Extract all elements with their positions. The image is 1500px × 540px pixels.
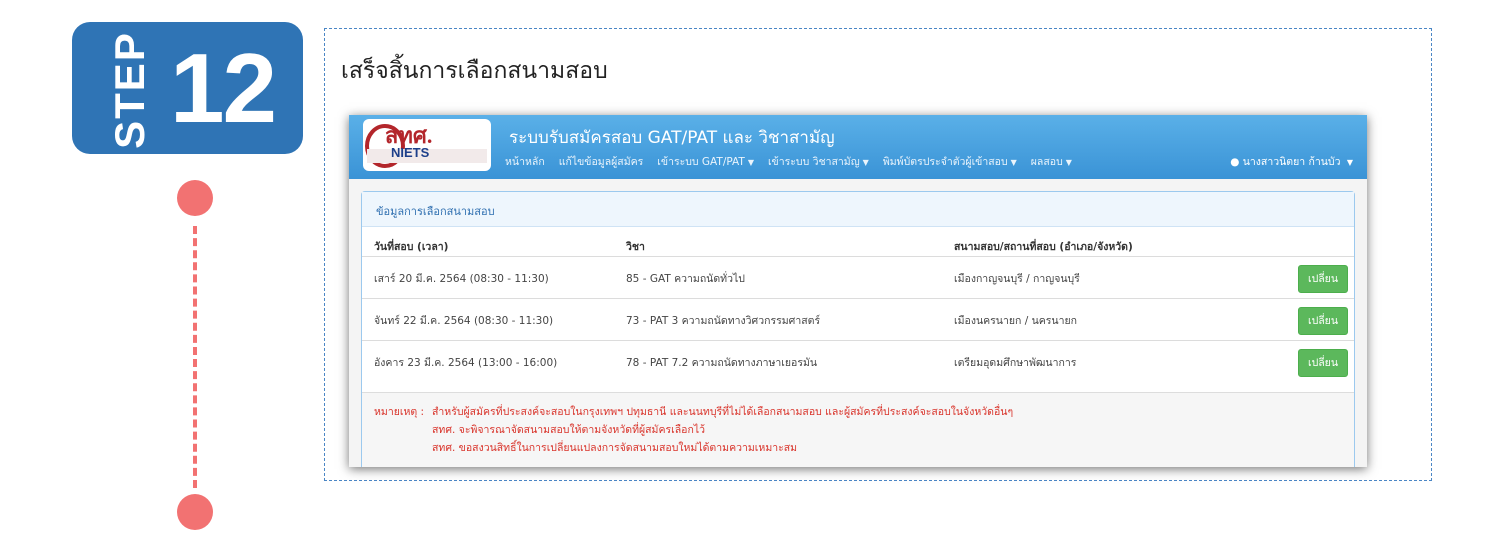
timeline-dot-top (177, 180, 213, 216)
system-title: ระบบรับสมัครสอบ GAT/PAT และ วิชาสามัญ (509, 128, 835, 148)
step-word: STEP (106, 31, 153, 149)
step-badge: STEP 12 (72, 22, 303, 154)
change-venue-button[interactable]: เปลี่ยน (1298, 307, 1348, 335)
col-header-date: วันที่สอบ (เวลา) (374, 241, 449, 253)
nav-home[interactable]: หน้าหลัก (505, 153, 545, 170)
caret-down-icon: ▼ (1346, 158, 1353, 167)
cell-venue: เมืองนครนายก / นครนายก (954, 315, 1078, 327)
app-navbar: สทศ. NIETS ระบบรับสมัครสอบ GAT/PAT และ ว… (349, 115, 1367, 179)
table-row: เสาร์ 20 มี.ค. 2564 (08:30 - 11:30) 85 -… (362, 256, 1354, 299)
caret-down-icon: ▼ (1065, 158, 1072, 167)
cell-venue: เตรียมอุดมศึกษาพัฒนาการ (954, 357, 1077, 369)
nav-edit-profile[interactable]: แก้ไขข้อมูลผู้สมัคร (559, 153, 644, 170)
nav-common-subjects[interactable]: เข้าระบบ วิชาสามัญ ▼ (768, 153, 869, 170)
user-menu[interactable]: ● นางสาวนิตยา ก้านบัว ▼ (1230, 153, 1353, 170)
nav-print-card[interactable]: พิมพ์บัตรประจำตัวผู้เข้าสอบ ▼ (883, 153, 1017, 170)
content-frame: เสร็จสิ้นการเลือกสนามสอบ สทศ. NIETS ระบบ… (324, 28, 1432, 481)
step-heading: เสร็จสิ้นการเลือกสนามสอบ (341, 58, 608, 84)
cell-venue: เมืองกาญจนบุรี / กาญจนบุรี (954, 273, 1080, 285)
app-screenshot: สทศ. NIETS ระบบรับสมัครสอบ GAT/PAT และ ว… (349, 115, 1367, 467)
cell-date: อังคาร 23 มี.ค. 2564 (13:00 - 16:00) (374, 357, 558, 369)
user-name: นางสาวนิตยา ก้านบัว (1242, 156, 1341, 168)
col-header-subject: วิชา (626, 241, 645, 253)
cell-date: จันทร์ 22 มี.ค. 2564 (08:30 - 11:30) (374, 315, 554, 327)
note-box: หมายเหตุ : สำหรับผู้สมัครที่ประสงค์จะสอบ… (362, 392, 1354, 467)
change-venue-button[interactable]: เปลี่ยน (1298, 349, 1348, 377)
step-number: 12 (170, 33, 277, 143)
change-venue-button[interactable]: เปลี่ยน (1298, 265, 1348, 293)
venue-panel: ข้อมูลการเลือกสนามสอบ วันที่สอบ (เวลา) ว… (361, 191, 1355, 467)
main-nav: หน้าหลัก แก้ไขข้อมูลผู้สมัคร เข้าระบบ GA… (505, 153, 1072, 170)
note-line: สทศ. จะพิจารณาจัดสนามสอบให้ตามจังหวัดที่… (432, 424, 705, 436)
timeline-dashed-line (193, 226, 197, 488)
panel-title: ข้อมูลการเลือกสนามสอบ (376, 205, 495, 218)
table-row: อังคาร 23 มี.ค. 2564 (13:00 - 16:00) 78 … (362, 340, 1354, 383)
caret-down-icon: ▼ (1010, 158, 1017, 167)
note-line: สทศ. ขอสงวนสิทธิ์ในการเปลี่ยนแปลงการจัดส… (432, 442, 798, 454)
col-header-venue: สนามสอบ/สถานที่สอบ (อำเภอ/จังหวัด) (954, 241, 1133, 253)
nav-results[interactable]: ผลสอบ ▼ (1031, 153, 1072, 170)
cell-subject: 85 - GAT ความถนัดทั่วไป (626, 273, 745, 285)
table-row: จันทร์ 22 มี.ค. 2564 (08:30 - 11:30) 73 … (362, 298, 1354, 341)
caret-down-icon: ▼ (747, 158, 754, 167)
svg-text:NIETS: NIETS (391, 145, 430, 160)
caret-down-icon: ▼ (862, 158, 869, 167)
cell-date: เสาร์ 20 มี.ค. 2564 (08:30 - 11:30) (374, 273, 549, 285)
note-label: หมายเหตุ : (374, 406, 425, 418)
timeline-dot-bottom (177, 494, 213, 530)
nav-gat-pat[interactable]: เข้าระบบ GAT/PAT ▼ (657, 153, 754, 170)
panel-header: ข้อมูลการเลือกสนามสอบ (362, 192, 1354, 227)
cell-subject: 73 - PAT 3 ความถนัดทางวิศวกรรมศาสตร์ (626, 315, 821, 327)
user-icon: ● (1230, 156, 1240, 168)
cell-subject: 78 - PAT 7.2 ความถนัดทางภาษาเยอรมัน (626, 357, 818, 369)
niets-logo[interactable]: สทศ. NIETS (363, 119, 491, 171)
note-line: สำหรับผู้สมัครที่ประสงค์จะสอบในกรุงเทพฯ … (432, 406, 1014, 418)
